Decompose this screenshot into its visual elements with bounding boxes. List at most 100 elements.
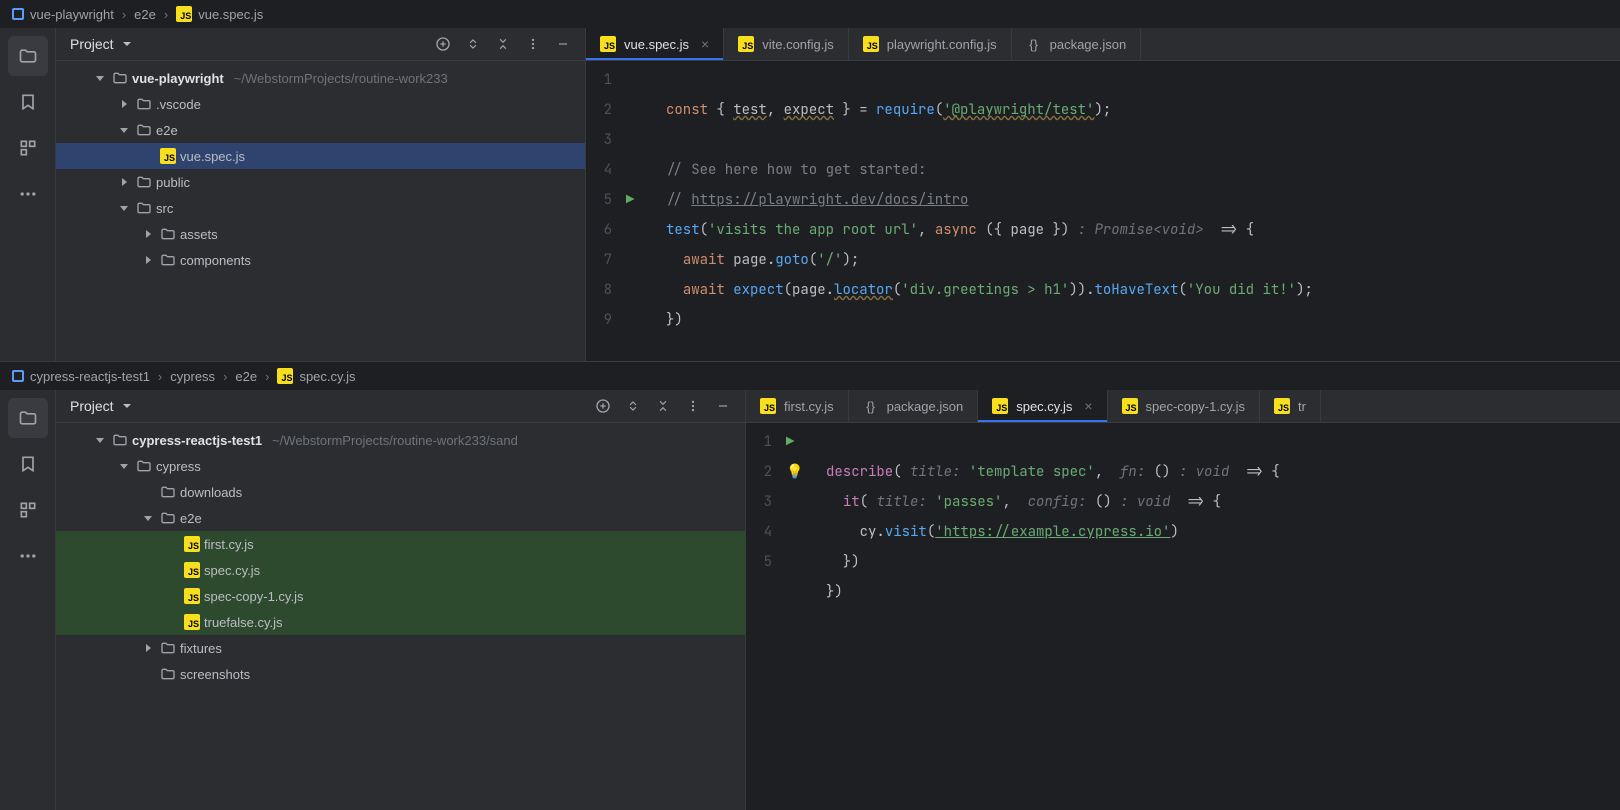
tree-row[interactable]: e2e [56,117,585,143]
project-sidebar: Project cypress-reactjs-test1~/WebstormP… [56,390,746,810]
tree-row[interactable]: downloads [56,479,745,505]
breadcrumb-item[interactable]: cypress-reactjs-test1 [12,369,150,384]
tree-arrow-icon[interactable] [116,99,132,109]
project-tree[interactable]: cypress-reactjs-test1~/WebstormProjects/… [56,423,745,810]
folder-icon [136,123,152,137]
code-editor[interactable]: 12345 ▶💡 describe( title: 'template spec… [746,423,1620,810]
breadcrumb-item[interactable]: e2e [134,7,156,22]
tree-arrow-icon[interactable] [140,229,156,239]
editor-tab[interactable]: JSvite.config.js [724,28,849,60]
bulb-icon[interactable]: 💡 [786,463,803,481]
tree-row[interactable]: JS vue.spec.js [56,143,585,169]
window-bottom: cypress-reactjs-test1 › cypress › e2e › … [0,362,1620,810]
chevron-down-icon[interactable] [122,401,132,411]
structure-tool-button[interactable] [8,128,48,168]
tree-arrow-icon[interactable] [92,435,108,445]
more-tool-button[interactable] [8,174,48,214]
project-icon [12,370,24,382]
tab-bar: JSfirst.cy.js{}package.jsonJSspec.cy.js×… [746,390,1620,423]
run-gutter-icon[interactable]: ▶ [626,191,634,209]
tree-label: src [156,201,173,216]
tool-strip [0,28,56,361]
code-content[interactable]: const { test, expect } = require('@playw… [654,61,1620,361]
breadcrumb-item[interactable]: JS spec.cy.js [277,368,355,384]
breadcrumb-item[interactable]: cypress [170,369,215,384]
editor-tab[interactable]: JSplaywright.config.js [849,28,1012,60]
hide-button[interactable] [715,398,731,414]
tree-row[interactable]: public [56,169,585,195]
select-opened-file-button[interactable] [435,36,451,52]
tab-label: playwright.config.js [887,37,997,52]
folder-icon [136,97,152,111]
chevron-right-icon: › [223,369,227,384]
tree-row[interactable]: cypress-reactjs-test1~/WebstormProjects/… [56,427,745,453]
tree-arrow-icon[interactable] [140,643,156,653]
tree-row[interactable]: src [56,195,585,221]
collapse-all-button[interactable] [495,36,511,52]
close-icon[interactable]: × [1084,398,1092,414]
tree-arrow-icon[interactable] [92,73,108,83]
main-area: Project vue-playwright~/WebstormProjects… [0,28,1620,361]
js-file-icon: JS [184,614,200,630]
tree-arrow-icon[interactable] [116,461,132,471]
bookmarks-tool-button[interactable] [8,82,48,122]
structure-tool-button[interactable] [8,490,48,530]
tree-arrow-icon[interactable] [116,125,132,135]
tree-row[interactable]: components [56,247,585,273]
close-icon[interactable]: × [701,36,709,52]
tree-row[interactable]: assets [56,221,585,247]
more-options-button[interactable] [525,36,541,52]
tree-arrow-icon[interactable] [140,255,156,265]
folder-icon [160,227,176,241]
bookmarks-tool-button[interactable] [8,444,48,484]
editor-tab[interactable]: JSspec-copy-1.cy.js [1108,390,1260,422]
tree-row[interactable]: e2e [56,505,745,531]
code-editor[interactable]: 123456789 ▶ const { test, expect } = req… [586,61,1620,361]
tree-label: cypress [156,459,201,474]
expand-all-button[interactable] [465,36,481,52]
folder-icon [112,433,128,447]
main-area: Project cypress-reactjs-test1~/WebstormP… [0,390,1620,810]
editor-tab[interactable]: JSvue.spec.js× [586,28,724,60]
tree-row[interactable]: JS spec-copy-1.cy.js [56,583,745,609]
tree-row[interactable]: cypress [56,453,745,479]
sidebar-actions [435,36,571,52]
folder-icon [160,485,176,499]
json-file-icon: {} [1026,36,1042,52]
run-gutter-icon[interactable]: ▶ [786,433,794,451]
tree-label: .vscode [156,97,201,112]
select-opened-file-button[interactable] [595,398,611,414]
collapse-all-button[interactable] [655,398,671,414]
more-tool-button[interactable] [8,536,48,576]
chevron-down-icon[interactable] [122,39,132,49]
folder-icon [160,253,176,267]
editor-tab[interactable]: JSfirst.cy.js [746,390,849,422]
breadcrumb-item[interactable]: e2e [235,369,257,384]
tree-row[interactable]: JS first.cy.js [56,531,745,557]
more-options-button[interactable] [685,398,701,414]
tree-row[interactable]: screenshots [56,661,745,687]
tree-row[interactable]: vue-playwright~/WebstormProjects/routine… [56,65,585,91]
tree-row[interactable]: JS truefalse.cy.js [56,609,745,635]
editor-tab[interactable]: {}package.json [849,390,979,422]
expand-all-button[interactable] [625,398,641,414]
tree-arrow-icon[interactable] [140,513,156,523]
hide-button[interactable] [555,36,571,52]
tree-arrow-icon[interactable] [116,203,132,213]
code-content[interactable]: describe( title: 'template spec', fn: ()… [814,423,1620,810]
project-tool-button[interactable] [8,36,48,76]
editor-tab[interactable]: JSspec.cy.js× [978,390,1107,422]
tree-row[interactable]: fixtures [56,635,745,661]
tree-row[interactable]: .vscode [56,91,585,117]
project-tool-button[interactable] [8,398,48,438]
breadcrumb-item[interactable]: vue-playwright [12,7,114,22]
tree-row[interactable]: JS spec.cy.js [56,557,745,583]
breadcrumb-label: e2e [235,369,257,384]
project-tree[interactable]: vue-playwright~/WebstormProjects/routine… [56,61,585,361]
tab-label: package.json [1050,37,1127,52]
editor-tab[interactable]: JStr [1260,390,1321,422]
tree-label: spec.cy.js [204,563,260,578]
breadcrumb-item[interactable]: JS vue.spec.js [176,6,263,22]
editor-tab[interactable]: {} package.json [1012,28,1142,60]
tree-arrow-icon[interactable] [116,177,132,187]
